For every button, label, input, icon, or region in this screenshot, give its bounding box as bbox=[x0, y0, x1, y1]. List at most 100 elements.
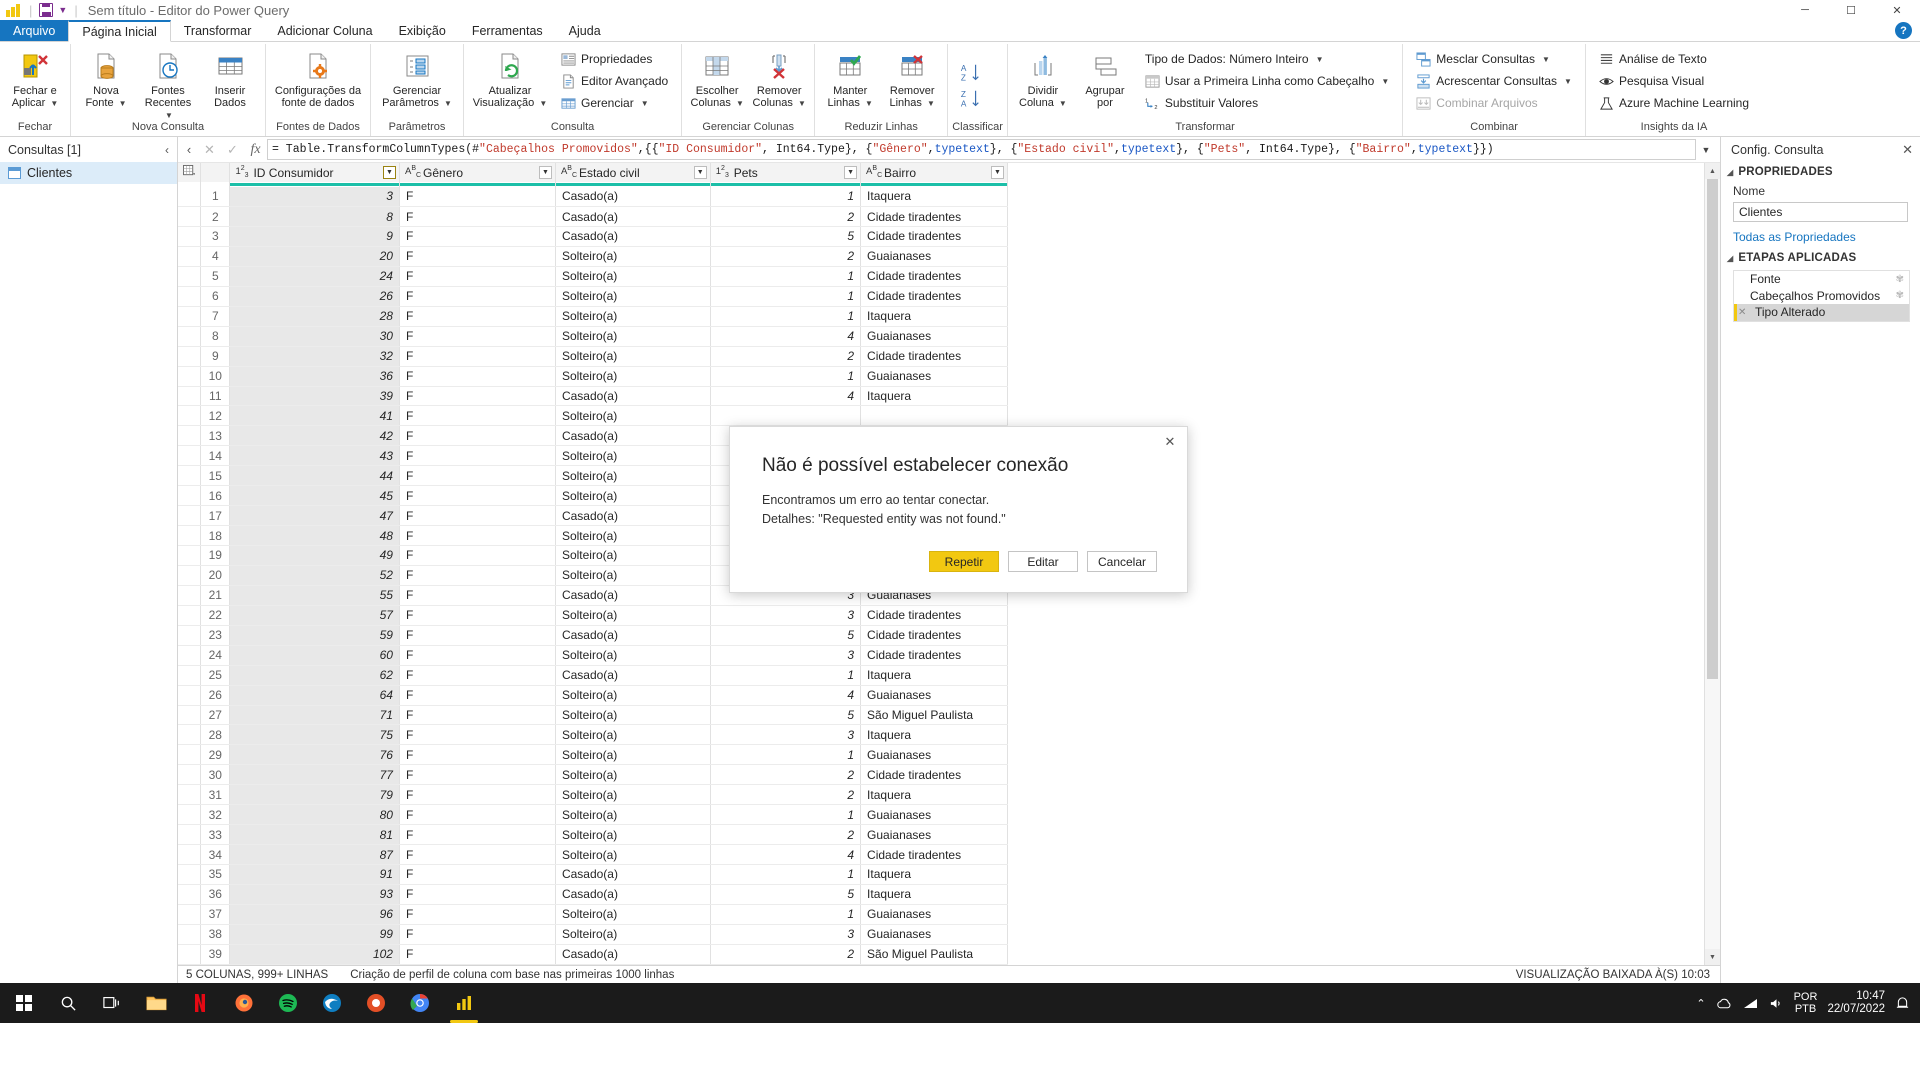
merge-queries-button[interactable]: Mesclar Consultas ▼ bbox=[1411, 48, 1577, 70]
table-cell[interactable]: F bbox=[399, 764, 556, 786]
query-name-input[interactable]: Clientes bbox=[1733, 202, 1908, 222]
table-row[interactable]: 24 60 F Solteiro(a) 3 Cidade tiradentes bbox=[178, 645, 1008, 666]
table-cell[interactable]: 1 bbox=[710, 665, 862, 686]
table-cell[interactable]: Solteiro(a) bbox=[555, 465, 711, 487]
table-cell[interactable]: São Miguel Paulista bbox=[860, 944, 1008, 965]
tab-transformar[interactable]: Transformar bbox=[171, 20, 265, 41]
table-cell[interactable]: Guaianases bbox=[860, 246, 1008, 267]
table-cell[interactable]: F bbox=[399, 505, 556, 527]
table-cell[interactable]: Itaquera bbox=[860, 306, 1008, 327]
table-cell[interactable]: Itaquera bbox=[860, 186, 1008, 208]
enter-data-button[interactable]: Inserir Dados bbox=[199, 46, 261, 112]
column-header-bairro[interactable]: ABC Bairro ▼ bbox=[860, 163, 1008, 182]
table-cell[interactable]: 9 bbox=[229, 226, 400, 247]
gear-icon[interactable]: ✾ bbox=[1896, 290, 1904, 301]
table-cell[interactable]: 52 bbox=[229, 565, 400, 586]
applied-step-tipo-alterado[interactable]: ✕ Tipo Alterado bbox=[1734, 304, 1909, 321]
table-cell[interactable]: 1 bbox=[710, 744, 862, 766]
table-cell[interactable]: 81 bbox=[229, 824, 400, 846]
table-cell[interactable]: 99 bbox=[229, 924, 400, 945]
table-row[interactable]: 38 99 F Solteiro(a) 3 Guaianases bbox=[178, 924, 1008, 945]
table-row[interactable]: 31 79 F Solteiro(a) 2 Itaquera bbox=[178, 784, 1008, 806]
table-cell[interactable]: Solteiro(a) bbox=[555, 924, 711, 945]
table-cell[interactable]: F bbox=[399, 585, 556, 606]
column-header-pets[interactable]: 123 Pets ▼ bbox=[710, 163, 862, 182]
table-cell[interactable]: 1 bbox=[710, 804, 862, 826]
table-cell[interactable]: Casado(a) bbox=[555, 425, 711, 447]
table-cell[interactable]: 28 bbox=[229, 306, 400, 327]
help-icon[interactable]: ? bbox=[1895, 22, 1912, 39]
table-cell[interactable]: 71 bbox=[229, 705, 400, 726]
table-cell[interactable]: 2 bbox=[710, 824, 862, 846]
table-cell[interactable]: 1 bbox=[710, 366, 862, 387]
sort-desc-button[interactable]: Z A bbox=[952, 86, 990, 112]
table-row[interactable]: 26 64 F Solteiro(a) 4 Guaianases bbox=[178, 685, 1008, 706]
tab-exibicao[interactable]: Exibição bbox=[386, 20, 459, 41]
taskbar-app-chrome[interactable] bbox=[398, 983, 442, 1023]
remove-rows-button[interactable]: Remover Linhas ▼ bbox=[881, 46, 943, 113]
table-cell[interactable]: F bbox=[399, 206, 556, 228]
applied-steps-section-header[interactable]: ◢ ETAPAS APLICADAS bbox=[1721, 248, 1920, 268]
column-filter-dropdown-icon[interactable]: ▼ bbox=[382, 166, 396, 179]
keep-rows-button[interactable]: Manter Linhas ▼ bbox=[819, 46, 881, 113]
table-cell[interactable]: 5 bbox=[710, 705, 862, 726]
properties-button[interactable]: Propriedades bbox=[556, 48, 673, 70]
table-cell[interactable]: 41 bbox=[229, 405, 400, 427]
column-filter-dropdown-icon[interactable]: ▼ bbox=[844, 166, 858, 179]
clock[interactable]: 10:47 22/07/2022 bbox=[1827, 990, 1885, 1016]
chevron-left-icon[interactable]: ‹ bbox=[165, 143, 169, 157]
table-cell[interactable]: 4 bbox=[710, 844, 862, 866]
table-cell[interactable]: 24 bbox=[229, 266, 400, 287]
query-item-clientes[interactable]: Clientes bbox=[0, 162, 177, 184]
table-cell[interactable]: 2 bbox=[710, 784, 862, 806]
table-cell[interactable]: F bbox=[399, 366, 556, 387]
table-cell[interactable]: Solteiro(a) bbox=[555, 545, 711, 566]
table-cell[interactable]: F bbox=[399, 485, 556, 507]
table-cell[interactable]: Solteiro(a) bbox=[555, 824, 711, 846]
table-cell[interactable]: São Miguel Paulista bbox=[860, 705, 1008, 726]
table-cell[interactable]: Cidade tiradentes bbox=[860, 286, 1008, 307]
replace-values-button[interactable]: 1 2 Substituir Valores bbox=[1140, 92, 1394, 114]
table-row[interactable]: 27 71 F Solteiro(a) 5 São Miguel Paulista bbox=[178, 705, 1008, 726]
table-cell[interactable]: F bbox=[399, 904, 556, 925]
table-cell[interactable]: Solteiro(a) bbox=[555, 764, 711, 786]
close-apply-button[interactable]: Fechar e Aplicar ▼ bbox=[4, 46, 66, 113]
table-row[interactable]: 35 91 F Casado(a) 1 Itaquera bbox=[178, 864, 1008, 885]
use-first-row-header-button[interactable]: Usar a Primeira Linha como Cabeçalho ▼ bbox=[1140, 70, 1394, 92]
table-cell[interactable]: 2 bbox=[710, 206, 862, 228]
chevron-down-icon[interactable]: ▼ bbox=[1696, 145, 1716, 155]
table-cell[interactable]: F bbox=[399, 804, 556, 826]
dialog-edit-button[interactable]: Editar bbox=[1008, 551, 1078, 572]
dialog-close-icon[interactable]: ✕ bbox=[1157, 431, 1183, 453]
table-row[interactable]: 8 30 F Solteiro(a) 4 Guaianases bbox=[178, 326, 1008, 347]
table-cell[interactable]: 2 bbox=[710, 346, 862, 367]
tab-arquivo[interactable]: Arquivo bbox=[0, 20, 69, 41]
taskbar-app-netflix[interactable] bbox=[178, 983, 222, 1023]
table-cell[interactable]: 48 bbox=[229, 525, 400, 547]
text-analytics-button[interactable]: Análise de Texto bbox=[1594, 48, 1754, 70]
table-cell[interactable]: 26 bbox=[229, 286, 400, 307]
table-row[interactable]: 36 93 F Casado(a) 5 Itaquera bbox=[178, 884, 1008, 905]
taskbar-app-file-explorer[interactable] bbox=[134, 983, 178, 1023]
table-cell[interactable]: 76 bbox=[229, 744, 400, 766]
table-cell[interactable]: F bbox=[399, 884, 556, 905]
table-cell[interactable]: 20 bbox=[229, 246, 400, 267]
column-header-gênero[interactable]: ABC Gênero ▼ bbox=[399, 163, 556, 182]
vision-button[interactable]: Pesquisa Visual bbox=[1594, 70, 1754, 92]
scroll-down-arrow[interactable]: ▼ bbox=[1704, 949, 1720, 965]
table-cell[interactable]: F bbox=[399, 844, 556, 866]
table-cell[interactable]: Cidade tiradentes bbox=[860, 764, 1008, 786]
table-cell[interactable]: Cidade tiradentes bbox=[860, 625, 1008, 646]
table-cell[interactable]: 1 bbox=[710, 864, 862, 885]
table-cell[interactable]: 45 bbox=[229, 485, 400, 507]
table-cell[interactable]: Casado(a) bbox=[555, 186, 711, 208]
table-cell[interactable]: 80 bbox=[229, 804, 400, 826]
table-cell[interactable]: 3 bbox=[710, 724, 862, 746]
choose-columns-button[interactable]: Escolher Colunas ▼ bbox=[686, 46, 748, 113]
table-cell[interactable]: 3 bbox=[710, 605, 862, 626]
table-cell[interactable]: 2 bbox=[710, 246, 862, 267]
table-cell[interactable]: 30 bbox=[229, 326, 400, 347]
table-row[interactable]: 33 81 F Solteiro(a) 2 Guaianases bbox=[178, 824, 1008, 846]
taskbar-app-teams[interactable] bbox=[354, 983, 398, 1023]
table-cell[interactable]: Cidade tiradentes bbox=[860, 645, 1008, 666]
